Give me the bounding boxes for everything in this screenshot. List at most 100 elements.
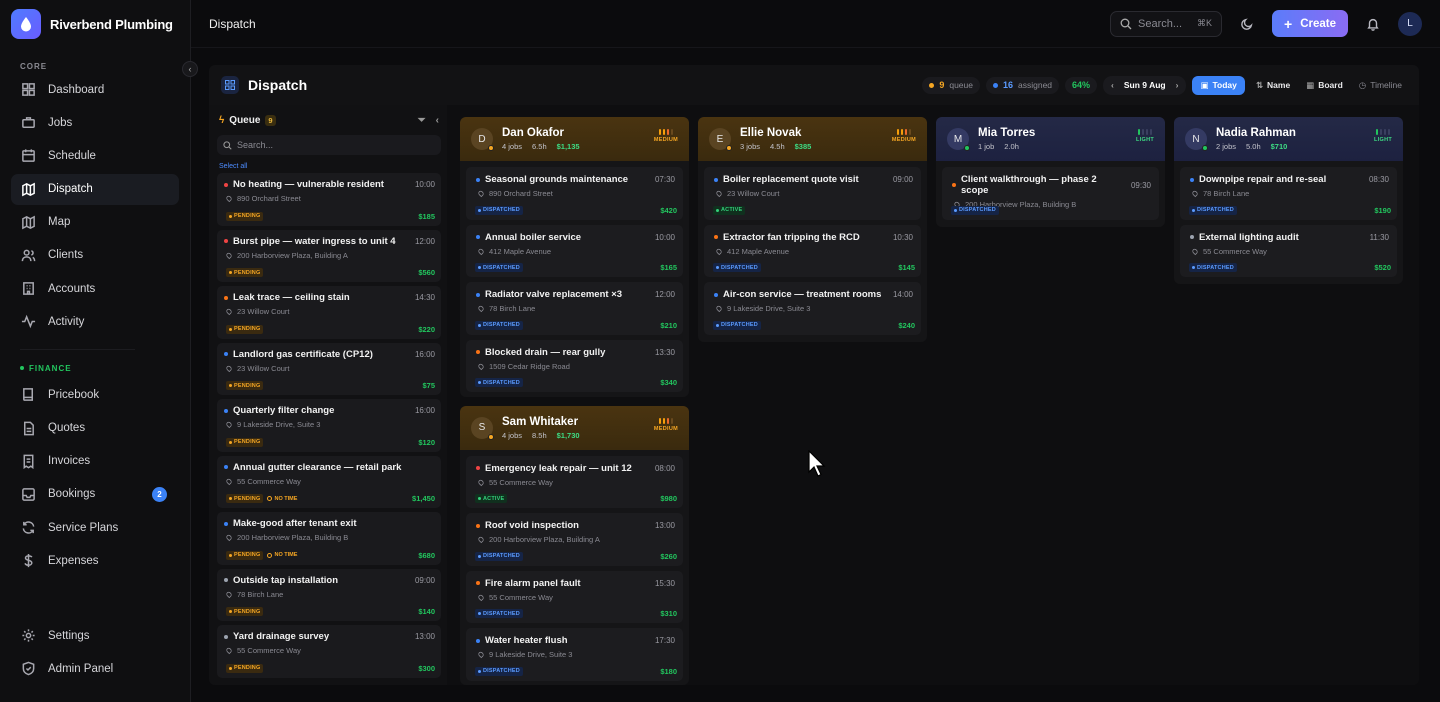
sidebar-item-clients[interactable]: Clients <box>11 240 179 271</box>
queue-job-card[interactable]: Leak trace — ceiling stain 14:30 23 Willow… <box>217 286 441 339</box>
select-all-link[interactable]: Select all <box>219 163 439 170</box>
assigned-job-card[interactable]: Water heater flush 17:30 9 Lakeside Drive,… <box>466 628 683 681</box>
assigned-job-card[interactable]: Emergency leak repair — unit 12 08:00 55 C… <box>466 455 683 508</box>
chevron-right-icon[interactable]: › <box>1176 80 1179 90</box>
technician-hours: 5.0h <box>1246 142 1261 151</box>
job-address: 412 Maple Avenue <box>489 246 551 256</box>
technician-header[interactable]: N Nadia Rahman 2 jobs 5.0h $710 LIGHT <box>1174 117 1403 161</box>
chevron-left-icon[interactable]: ‹ <box>1111 80 1114 90</box>
queue-job-card[interactable]: Yard drainage survey 13:00 55 Commerce Way… <box>217 625 441 678</box>
section-label-finance: FINANCE <box>0 363 190 373</box>
queue-job-card[interactable]: Landlord gas certificate (CP12) 16:00 23 W… <box>217 342 441 395</box>
assigned-job-card[interactable]: Downpipe repair and re-seal 08:30 78 Birch… <box>1180 167 1397 220</box>
filter-icon[interactable]: ⏷ <box>418 115 426 126</box>
queue-search-input[interactable]: Search... <box>217 135 441 155</box>
sidebar-item-service-plans[interactable]: Service Plans <box>11 512 179 543</box>
queue-job-card[interactable]: Outside tap installation 09:00 78 Birch La… <box>217 568 441 621</box>
user-avatar[interactable]: L <box>1398 11 1422 36</box>
search-label: Search... <box>1138 17 1183 30</box>
assigned-job-card[interactable]: External lighting audit 11:30 55 Commerce … <box>1180 224 1397 277</box>
queue-job-card[interactable]: No heating — vulnerable resident 10:00 890… <box>217 173 441 226</box>
queue-job-card[interactable]: Make-good after tenant exit 200 Harborvie… <box>217 512 441 565</box>
brand[interactable]: Riverbend Plumbing <box>0 0 190 48</box>
workload-indicator: MEDIUM <box>654 417 678 432</box>
status-badge: PENDING <box>226 437 264 447</box>
job-address: 890 Orchard Street <box>489 189 553 198</box>
job-price: $300 <box>418 663 435 673</box>
board-view-button[interactable]: ▦ Board <box>1301 80 1348 91</box>
technician-header[interactable]: D Dan Okafor 4 jobs 6.5h $1,135 MEDIUM <box>460 117 689 161</box>
timeline-view-button[interactable]: ◷ Timeline <box>1354 80 1407 91</box>
job-address: 200 Harborview Plaza, Building A <box>489 535 600 544</box>
sidebar-item-label: Settings <box>48 629 90 642</box>
technician-revenue: $710 <box>1270 142 1288 151</box>
sidebar-item-dashboard[interactable]: Dashboard <box>11 74 179 105</box>
job-address: 200 Harborview Plaza, Building B <box>237 533 349 542</box>
sort-name-button[interactable]: ⇅ Name <box>1251 80 1295 91</box>
location-pin-icon <box>477 650 485 659</box>
theme-toggle-button[interactable] <box>1234 11 1260 37</box>
technician-header[interactable]: M Mia Torres 1 job 2.0h LIGHT <box>936 117 1165 161</box>
assigned-job-card[interactable]: Seasonal grounds maintenance 07:30 890 Orc… <box>466 167 683 220</box>
create-button[interactable]: + Create <box>1272 10 1348 37</box>
location-pin-icon <box>715 304 723 313</box>
assigned-job-card[interactable]: Boiler replacement quote visit 09:00 23 Wi… <box>704 167 921 220</box>
queue-count-pill: 9 queue <box>922 76 980 94</box>
assigned-job-card[interactable]: Radiator valve replacement ×3 12:00 78 Bir… <box>466 282 683 335</box>
technician-name: Mia Torres <box>978 127 1036 139</box>
technician-header[interactable]: E Ellie Novak 3 jobs 4.5h $385 MEDIUM <box>698 117 927 161</box>
sidebar-item-activity[interactable]: Activity <box>11 306 179 337</box>
sidebar-item-schedule[interactable]: Schedule <box>11 140 179 171</box>
assigned-job-card[interactable]: Fire alarm panel fault 15:30 55 Commerce W… <box>466 570 683 623</box>
collapse-queue-icon[interactable]: ‹ <box>436 115 439 126</box>
sidebar-item-accounts[interactable]: Accounts <box>11 273 179 304</box>
grid-icon <box>22 83 35 96</box>
notifications-button[interactable] <box>1360 11 1386 37</box>
job-title: Fire alarm panel fault <box>485 577 581 589</box>
queue-job-card[interactable]: Burst pipe — water ingress to unit 4 12:0… <box>217 229 441 282</box>
location-pin-icon <box>225 590 233 598</box>
sidebar-item-invoices[interactable]: Invoices <box>11 446 179 477</box>
board-icon: ▦ <box>1306 79 1315 90</box>
mouse-cursor-icon <box>808 450 826 477</box>
technician-column: M Mia Torres 1 job 2.0h LIGHT Client walkthro… <box>936 117 1165 227</box>
status-badge: DISPATCHED <box>713 263 761 272</box>
priority-dot <box>476 523 480 528</box>
core-nav: Dashboard Jobs Schedule Dispatch Map Clients A… <box>0 74 190 337</box>
job-time: 10:00 <box>654 232 675 242</box>
assigned-job-card[interactable]: Annual boiler service 10:00 412 Maple Aven… <box>466 224 683 277</box>
dispatch-grid-icon <box>221 76 239 94</box>
sidebar-item-settings[interactable]: Settings <box>11 620 179 651</box>
sidebar-item-quotes[interactable]: Quotes <box>11 413 179 444</box>
sidebar-item-pricebook[interactable]: Pricebook <box>11 379 179 410</box>
job-price: $680 <box>418 550 435 560</box>
technician-name: Nadia Rahman <box>1216 127 1296 139</box>
job-title: Roof void inspection <box>485 520 579 531</box>
location-pin-icon <box>715 189 723 198</box>
today-button[interactable]: ▣ Today <box>1192 75 1245 95</box>
job-time: 10:00 <box>414 180 435 189</box>
moon-icon <box>1241 17 1253 30</box>
assigned-job-card[interactable]: Blocked drain — rear gully 13:30 1509 Ceda… <box>466 339 683 392</box>
sidebar-item-dispatch[interactable]: Dispatch <box>11 173 179 205</box>
technician-column: D Dan Okafor 4 jobs 6.5h $1,135 MEDIUM Seasona… <box>460 117 689 397</box>
gear-icon <box>22 629 35 642</box>
queue-job-card[interactable]: Annual gutter clearance — retail park 55 … <box>217 455 441 508</box>
collapse-sidebar-button[interactable]: ‹ <box>182 61 198 77</box>
queue-job-card[interactable]: Quarterly filter change 16:00 9 Lakeside D… <box>217 399 441 452</box>
sidebar-item-map[interactable]: Map <box>11 207 179 238</box>
board-column: M Mia Torres 1 job 2.0h LIGHT Client walkthro… <box>936 117 1165 685</box>
global-search[interactable]: Search... ⌘K <box>1110 10 1222 37</box>
sidebar-item-expenses[interactable]: Expenses <box>11 545 179 576</box>
location-pin-icon <box>1191 247 1199 255</box>
assigned-job-card[interactable]: Client walkthrough — phase 2 scope 09:30 2… <box>942 167 1159 220</box>
sidebar-item-jobs[interactable]: Jobs <box>11 107 179 138</box>
technician-header[interactable]: S Sam Whitaker 4 jobs 8.5h $1,730 MEDIUM <box>460 405 689 450</box>
assigned-job-card[interactable]: Air-con service — treatment rooms 14:00 9 … <box>704 282 921 335</box>
sidebar-item-bookings[interactable]: Bookings 2 <box>11 479 179 510</box>
sidebar-item-admin-panel[interactable]: Admin Panel <box>11 653 179 684</box>
technician-avatar: D <box>471 128 494 151</box>
job-time: 14:00 <box>892 290 913 299</box>
assigned-job-card[interactable]: Extractor fan tripping the RCD 10:30 412 M… <box>704 224 921 277</box>
assigned-job-card[interactable]: Roof void inspection 13:00 200 Harborview … <box>466 513 683 566</box>
